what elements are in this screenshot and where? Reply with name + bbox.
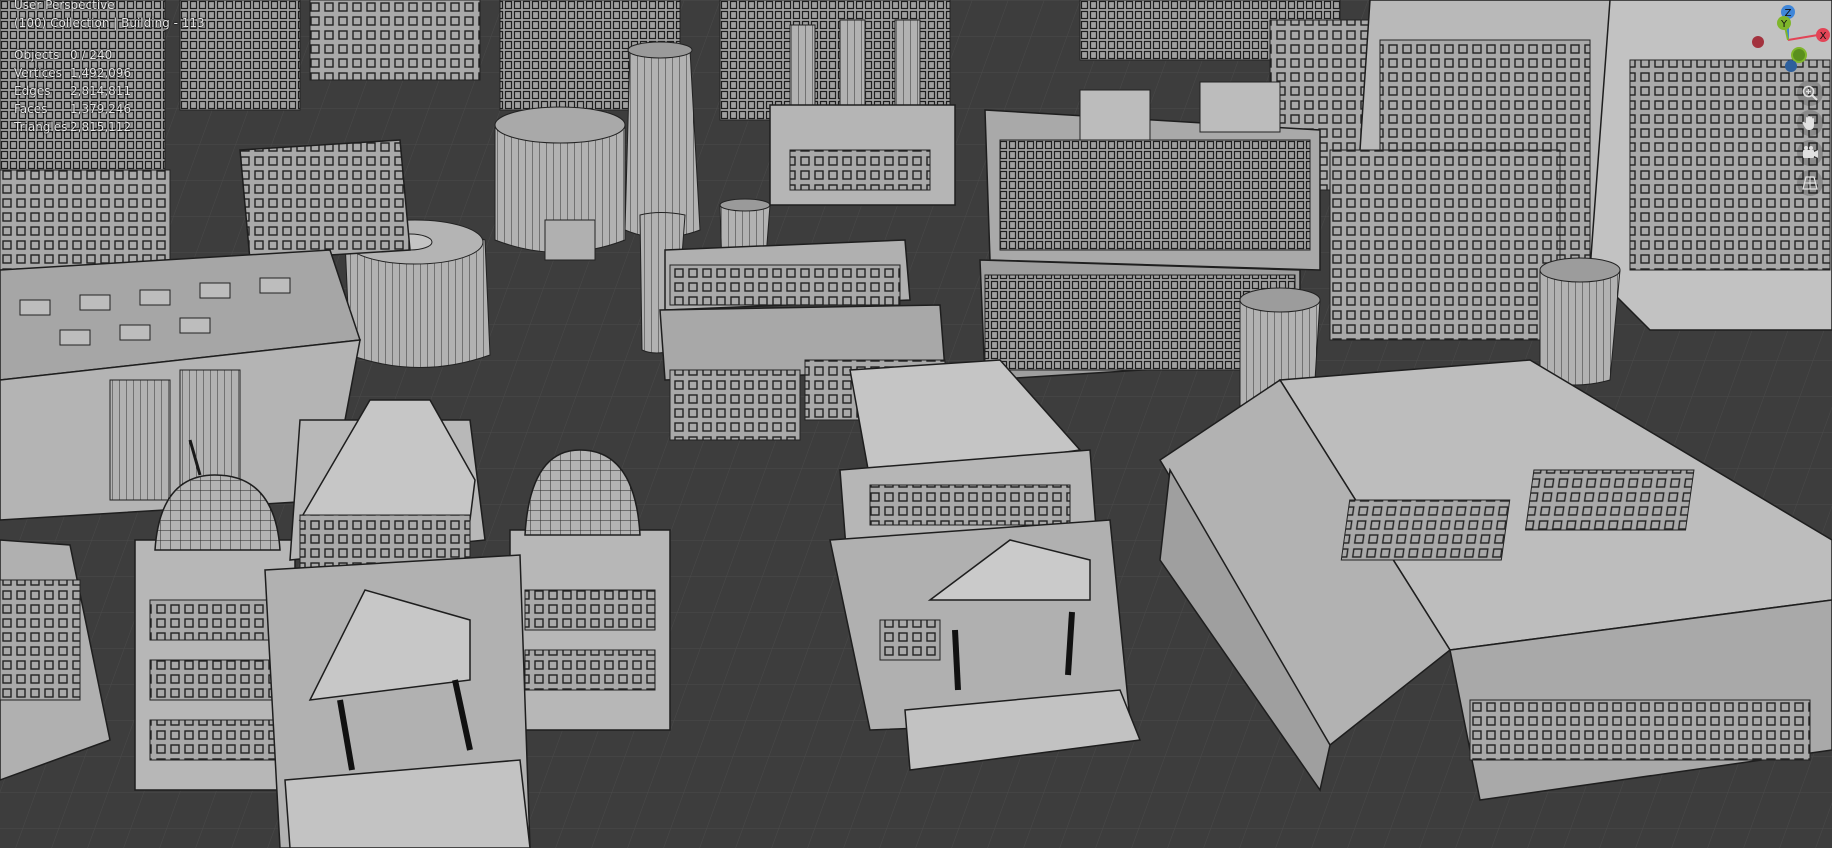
grid-icon (1802, 176, 1818, 190)
navigation-gizmo[interactable]: Z Y X (1738, 0, 1832, 80)
gizmo-neg-x[interactable] (1752, 36, 1764, 48)
navigation-toolbar (1795, 80, 1825, 200)
gizmo-y-label: Y (1780, 19, 1788, 30)
stat-label: Objects (14, 48, 60, 62)
gizmo-x-label: X (1820, 31, 1827, 42)
magnifier-plus-icon (1802, 85, 1818, 101)
stat-value: 1,492,096 (70, 66, 132, 80)
camera-icon (1803, 146, 1818, 158)
stat-edges: Edges 2,814,811 (14, 82, 205, 100)
stat-label: Vertices (14, 66, 62, 80)
gizmo-neg-z[interactable] (1785, 60, 1797, 72)
stat-label: Faces (14, 102, 48, 116)
stat-value: 2,814,811 (70, 84, 132, 98)
viewport-text-overlay: User Perspective (100) Collection | Buil… (14, 0, 205, 136)
zoom-tool[interactable] (1797, 80, 1823, 106)
stat-value: 1,379,246 (70, 102, 132, 116)
collection-info: (100) Collection | Building - 113 (14, 16, 205, 30)
stat-vertices: Vertices 1,492,096 (14, 64, 205, 82)
stat-label: Edges (14, 84, 51, 98)
camera-view-tool[interactable] (1797, 140, 1823, 166)
gizmo-neg-y[interactable] (1791, 47, 1807, 63)
stat-faces: Faces 1,379,246 (14, 100, 205, 118)
pan-tool[interactable] (1797, 110, 1823, 136)
view-name: User Perspective (14, 0, 115, 12)
3d-viewport[interactable]: User Perspective (100) Collection | Buil… (0, 0, 1832, 848)
perspective-toggle-tool[interactable] (1797, 170, 1823, 196)
scene-render (0, 0, 1832, 848)
stat-label: Triangles (14, 120, 68, 134)
stat-objects: Objects 0 / 240 (14, 46, 205, 64)
stat-value: 0 / 240 (70, 48, 113, 62)
stat-triangles: Triangles 2,815,112 (14, 118, 205, 136)
stat-value: 2,815,112 (70, 120, 132, 134)
hand-icon (1802, 116, 1814, 130)
